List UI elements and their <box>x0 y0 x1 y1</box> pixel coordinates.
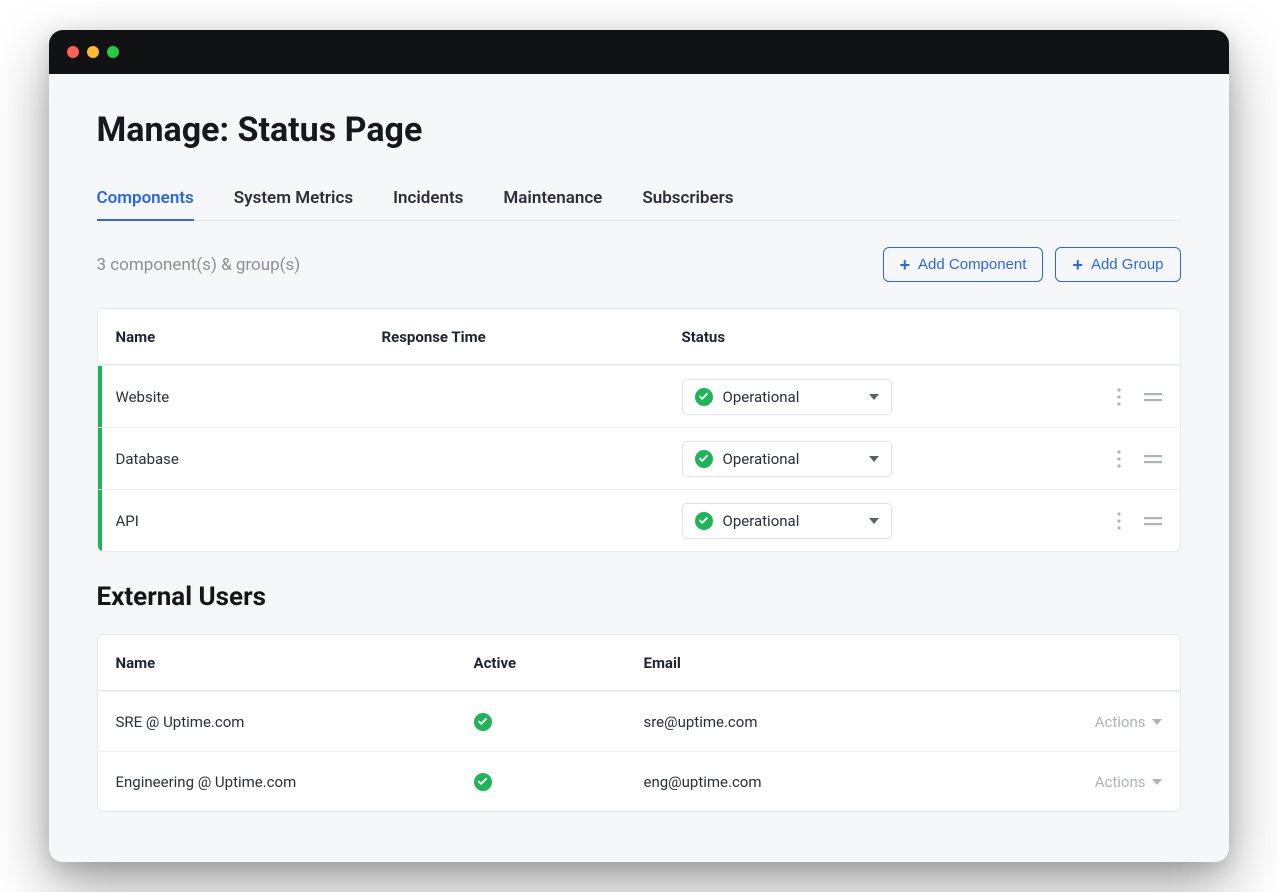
check-circle-icon <box>695 388 713 406</box>
window-close-icon[interactable] <box>67 46 79 58</box>
actions-label: Actions <box>1095 773 1146 791</box>
user-email: sre@uptime.com <box>644 713 1002 731</box>
col-status: Status <box>682 328 1042 346</box>
check-circle-icon <box>474 713 492 731</box>
caret-down-icon <box>869 518 879 524</box>
table-row: SRE @ Uptime.com sre@uptime.com Actions <box>98 691 1180 751</box>
caret-down-icon <box>869 456 879 462</box>
drag-handle-icon[interactable] <box>1144 391 1162 403</box>
check-circle-icon <box>474 773 492 791</box>
check-circle-icon <box>695 450 713 468</box>
components-count: 3 component(s) & group(s) <box>97 255 301 275</box>
tab-system-metrics[interactable]: System Metrics <box>234 180 353 220</box>
user-name: Engineering @ Uptime.com <box>116 773 474 791</box>
status-label: Operational <box>723 450 800 468</box>
drag-handle-icon[interactable] <box>1144 453 1162 465</box>
components-toolbar: 3 component(s) & group(s) + Add Componen… <box>97 247 1181 282</box>
status-label: Operational <box>723 388 800 406</box>
component-name: Website <box>116 388 382 406</box>
col-email: Email <box>644 654 1002 672</box>
page-content: Manage: Status Page Components System Me… <box>49 74 1229 862</box>
col-active: Active <box>474 654 644 672</box>
component-name: API <box>116 512 382 530</box>
table-row: API Operational <box>98 489 1180 551</box>
tab-bar: Components System Metrics Incidents Main… <box>97 180 1181 221</box>
add-group-button[interactable]: + Add Group <box>1055 247 1180 282</box>
status-select[interactable]: Operational <box>682 503 892 539</box>
add-component-button[interactable]: + Add Component <box>883 247 1044 282</box>
window-minimize-icon[interactable] <box>87 46 99 58</box>
user-actions-menu[interactable]: Actions <box>1095 773 1162 791</box>
tab-subscribers[interactable]: Subscribers <box>642 180 733 220</box>
window-maximize-icon[interactable] <box>107 46 119 58</box>
col-name: Name <box>116 328 382 346</box>
actions-label: Actions <box>1095 713 1146 731</box>
table-row: Database Operational <box>98 427 1180 489</box>
components-buttons: + Add Component + Add Group <box>883 247 1181 282</box>
components-table: Name Response Time Status Website Operat… <box>97 308 1181 552</box>
components-table-header: Name Response Time Status <box>98 309 1180 365</box>
window-titlebar <box>49 30 1229 74</box>
users-table-header: Name Active Email <box>98 635 1180 691</box>
tab-incidents[interactable]: Incidents <box>393 180 463 220</box>
status-select[interactable]: Operational <box>682 441 892 477</box>
user-name: SRE @ Uptime.com <box>116 713 474 731</box>
status-label: Operational <box>723 512 800 530</box>
kebab-menu-icon[interactable] <box>1116 388 1122 406</box>
user-actions-menu[interactable]: Actions <box>1095 713 1162 731</box>
col-name: Name <box>116 654 474 672</box>
table-row: Engineering @ Uptime.com eng@uptime.com … <box>98 751 1180 811</box>
check-circle-icon <box>695 512 713 530</box>
tab-components[interactable]: Components <box>97 180 194 220</box>
table-row: Website Operational <box>98 365 1180 427</box>
kebab-menu-icon[interactable] <box>1116 512 1122 530</box>
external-users-title: External Users <box>97 582 1181 612</box>
tab-maintenance[interactable]: Maintenance <box>503 180 602 220</box>
add-component-label: Add Component <box>918 256 1026 273</box>
caret-down-icon <box>1152 719 1162 725</box>
caret-down-icon <box>869 394 879 400</box>
app-window: Manage: Status Page Components System Me… <box>49 30 1229 862</box>
external-users-table: Name Active Email SRE @ Uptime.com sre@u… <box>97 634 1181 812</box>
component-name: Database <box>116 450 382 468</box>
kebab-menu-icon[interactable] <box>1116 450 1122 468</box>
col-response-time: Response Time <box>382 328 682 346</box>
status-select[interactable]: Operational <box>682 379 892 415</box>
add-group-label: Add Group <box>1091 256 1164 273</box>
page-title: Manage: Status Page <box>97 110 1181 150</box>
user-email: eng@uptime.com <box>644 773 1002 791</box>
caret-down-icon <box>1152 779 1162 785</box>
drag-handle-icon[interactable] <box>1144 515 1162 527</box>
